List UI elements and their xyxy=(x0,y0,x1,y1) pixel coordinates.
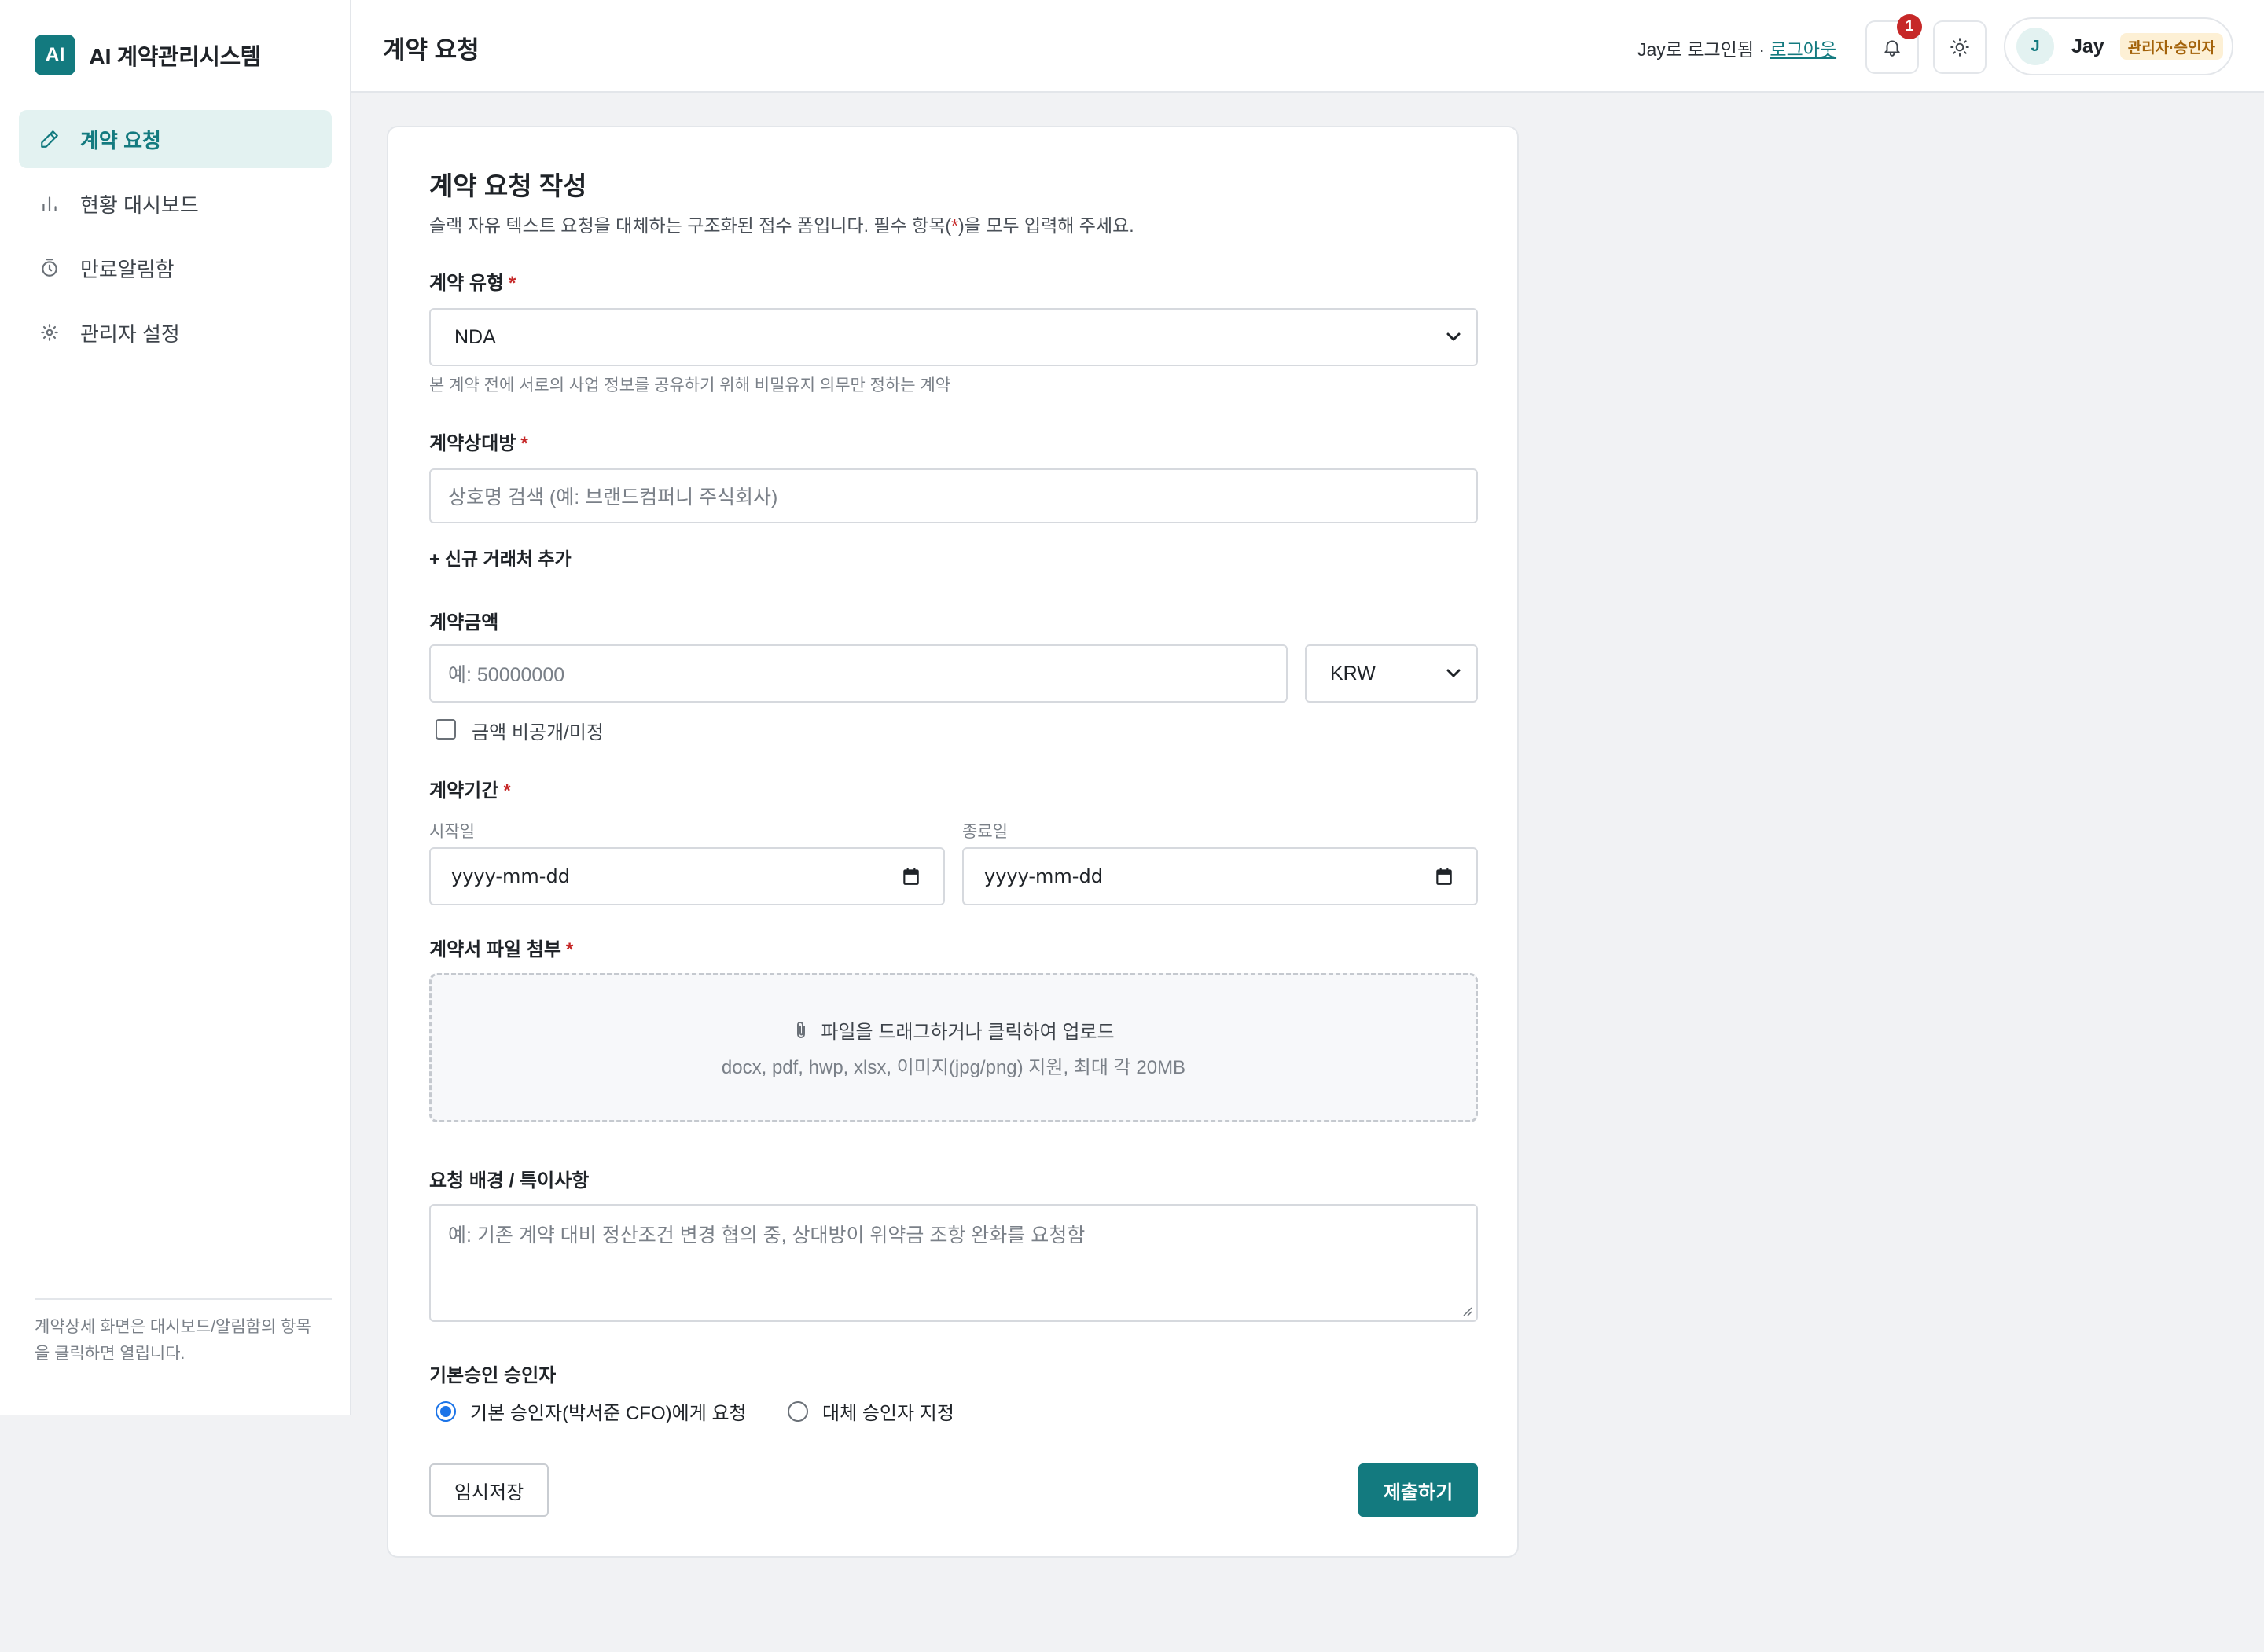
save-draft-button[interactable]: 임시저장 xyxy=(429,1463,549,1517)
login-status-text: Jay로 로그인됨 · xyxy=(1637,39,1770,60)
gear-icon xyxy=(39,322,60,343)
sidebar-item-label: 계약 요청 xyxy=(80,128,161,152)
background-label: 요청 배경 / 특이사항 xyxy=(429,1165,589,1192)
chevron-down-icon xyxy=(1446,332,1461,341)
sidebar-item-admin-settings[interactable]: 관리자 설정 xyxy=(19,303,332,362)
user-menu[interactable]: J Jay 관리자·승인자 xyxy=(2004,17,2233,75)
approver-option-default[interactable]: 기본 승인자(박서준 CFO)에게 요청 xyxy=(436,1397,747,1425)
dropzone-text: 파일을 드래그하거나 클릭하여 업로드 xyxy=(821,1022,1115,1043)
dropzone-formats: docx, pdf, hwp, xlsx, 이미지(jpg/png) 지원, 최… xyxy=(721,1057,1186,1078)
required-star: * xyxy=(520,433,528,454)
radio-default-approver[interactable] xyxy=(436,1401,456,1422)
timer-icon xyxy=(39,258,60,278)
radio-label[interactable]: 기본 승인자(박서준 CFO)에게 요청 xyxy=(470,1397,747,1425)
label-text: 계약상대방 xyxy=(429,433,516,454)
bell-icon xyxy=(1882,37,1902,57)
approver-option-alternate[interactable]: 대체 승인자 지정 xyxy=(788,1397,954,1425)
bar-chart-icon xyxy=(39,193,60,214)
user-name: Jay xyxy=(2071,35,2104,57)
contract-request-form: 계약 요청 작성 슬랙 자유 텍스트 요청을 대체하는 구조화된 접수 폼입니다… xyxy=(387,126,1519,1558)
amount-undisclosed-label[interactable]: 금액 비공개/미정 xyxy=(472,717,604,744)
sidebar-item-expiry-alerts[interactable]: 만료알림함 xyxy=(19,239,332,297)
contract-type-hint: 본 계약 전에 서로의 사업 정보를 공유하기 위해 비밀유지 의무만 정하는 … xyxy=(429,376,951,395)
calendar-icon[interactable] xyxy=(901,866,921,887)
amount-label: 계약금액 xyxy=(429,607,498,634)
approver-label: 기본승인 승인자 xyxy=(429,1360,556,1387)
sidebar: AI AI 계약관리시스템 계약 요청 현황 대시보드 만료알림함 관리자 설정… xyxy=(0,0,351,1415)
file-dropzone[interactable]: 파일을 드래그하거나 클릭하여 업로드 docx, pdf, hwp, xlsx… xyxy=(429,973,1478,1122)
period-label: 계약기간 * xyxy=(429,775,511,802)
paperclip-icon xyxy=(797,1021,806,1038)
required-star: * xyxy=(951,215,958,236)
sidebar-item-dashboard[interactable]: 현황 대시보드 xyxy=(19,174,332,233)
brand[interactable]: AI AI 계약관리시스템 xyxy=(35,35,261,75)
form-description-text: 슬랙 자유 텍스트 요청을 대체하는 구조화된 접수 폼입니다. 필수 항목( xyxy=(429,215,952,236)
label-text: 요청 배경 / 특이사항 xyxy=(429,1170,590,1191)
sidebar-item-label: 현황 대시보드 xyxy=(80,193,199,217)
notification-badge: 1 xyxy=(1897,14,1922,39)
currency-select[interactable]: KRW xyxy=(1305,644,1478,703)
role-badge: 관리자·승인자 xyxy=(2119,33,2223,60)
add-new-counterparty-link[interactable]: + 신규 거래처 추가 xyxy=(429,544,572,571)
dropzone-main: 파일을 드래그하거나 클릭하여 업로드 xyxy=(792,1016,1115,1044)
amount-input[interactable]: 예: 50000000 xyxy=(429,644,1288,703)
app-name: AI 계약관리시스템 xyxy=(89,45,261,70)
background-placeholder: 예: 기존 계약 대비 정산조건 변경 협의 중, 상대방이 위약금 조항 완화… xyxy=(448,1224,1086,1246)
page-title: 계약 요청 xyxy=(383,36,480,64)
label-text: 계약금액 xyxy=(429,612,499,633)
app-logo: AI xyxy=(35,35,75,75)
currency-value: KRW xyxy=(1330,662,1376,685)
sun-icon xyxy=(1950,37,1970,57)
sidebar-note: 계약상세 화면은 대시보드/알림함의 항목을 클릭하면 열립니다. xyxy=(35,1318,311,1363)
resize-grip-icon[interactable] xyxy=(1459,1303,1473,1317)
radio-alternate-approver[interactable] xyxy=(788,1401,808,1422)
counterparty-search-input[interactable]: 상호명 검색 (예: 브랜드컴퍼니 주식회사) xyxy=(429,468,1478,523)
end-date-input[interactable]: yyyy-mm-dd xyxy=(962,847,1478,905)
label-text: 계약 유형 xyxy=(429,273,504,294)
label-text: 계약서 파일 첨부 xyxy=(429,939,561,960)
notification-button[interactable]: 1 xyxy=(1865,14,1922,74)
pencil-icon xyxy=(39,129,60,149)
submit-button[interactable]: 제출하기 xyxy=(1358,1463,1478,1517)
end-date-value: yyyy-mm-dd xyxy=(984,865,1103,887)
contract-type-select[interactable]: NDA xyxy=(429,308,1478,366)
end-date-label: 종료일 xyxy=(962,823,1008,841)
label-text: 기본승인 승인자 xyxy=(429,1365,557,1386)
start-date-label: 시작일 xyxy=(429,823,475,841)
radio-label[interactable]: 대체 승인자 지정 xyxy=(822,1397,954,1425)
sidebar-nav: 계약 요청 현황 대시보드 만료알림함 관리자 설정 xyxy=(19,110,332,368)
login-status: Jay로 로그인됨 · 로그아웃 xyxy=(1637,35,1836,61)
contract-type-label: 계약 유형 * xyxy=(429,267,516,295)
sidebar-item-contract-request[interactable]: 계약 요청 xyxy=(19,110,332,168)
sidebar-item-label: 관리자 설정 xyxy=(80,321,180,346)
counterparty-label: 계약상대방 * xyxy=(429,428,528,455)
form-description-text: )을 모두 입력해 주세요. xyxy=(958,215,1134,236)
sidebar-divider xyxy=(35,1298,332,1300)
logout-link[interactable]: 로그아웃 xyxy=(1770,39,1836,60)
theme-toggle-button[interactable] xyxy=(1933,20,1987,74)
required-star: * xyxy=(565,939,574,960)
amount-undisclosed-checkbox[interactable] xyxy=(436,719,456,740)
calendar-icon[interactable] xyxy=(1434,866,1454,887)
required-star: * xyxy=(503,780,511,802)
start-date-input[interactable]: yyyy-mm-dd xyxy=(429,847,945,905)
form-title: 계약 요청 작성 xyxy=(429,171,587,200)
form-description: 슬랙 자유 텍스트 요청을 대체하는 구조화된 접수 폼입니다. 필수 항목(*… xyxy=(429,211,1134,237)
top-header: 계약 요청 Jay로 로그인됨 · 로그아웃 1 J Jay 관리자·승인자 xyxy=(351,0,2264,93)
chevron-down-icon xyxy=(1446,669,1461,677)
attachment-label: 계약서 파일 첨부 * xyxy=(429,934,573,961)
required-star: * xyxy=(509,273,516,294)
label-text: 계약기간 xyxy=(429,780,499,802)
background-textarea[interactable]: 예: 기존 계약 대비 정산조건 변경 협의 중, 상대방이 위약금 조항 완화… xyxy=(429,1204,1478,1322)
start-date-value: yyyy-mm-dd xyxy=(451,865,570,887)
avatar: J xyxy=(2016,28,2054,65)
sidebar-item-label: 만료알림함 xyxy=(80,257,175,281)
contract-type-value: NDA xyxy=(454,325,496,348)
